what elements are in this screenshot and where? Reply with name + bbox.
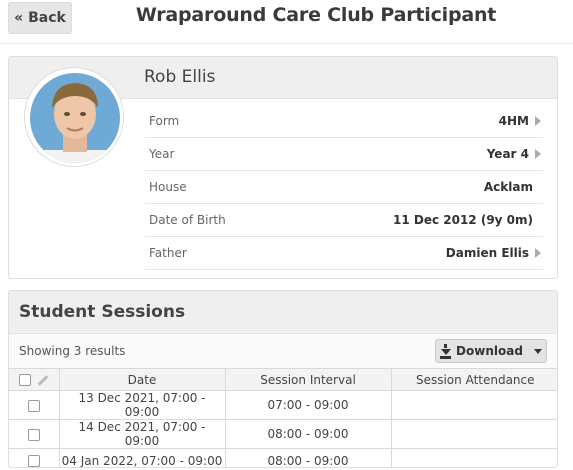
row-checkbox-cell (9, 390, 60, 420)
select-all-cell (9, 368, 60, 391)
attendance-cell[interactable] (390, 448, 557, 467)
column-header-attendance[interactable]: Session Attendance (390, 368, 557, 391)
table-row[interactable]: 13 Dec 2021, 07:00 - 09:00 07:00 - 09:00 (9, 390, 557, 420)
detail-value: Damien Ellis (445, 246, 529, 260)
father-link[interactable]: Damien Ellis (446, 246, 543, 260)
interval-cell: 07:00 - 09:00 (224, 390, 392, 420)
table-row[interactable]: 14 Dec 2021, 07:00 - 09:00 08:00 - 09:00 (9, 419, 557, 449)
chevron-down-icon (533, 348, 542, 354)
detail-row-father: Father Damien Ellis (145, 237, 543, 270)
table-row[interactable]: 04 Jan 2022, 07:00 - 09:00 08:00 - 09:00 (9, 448, 557, 467)
detail-value: Acklam (483, 180, 533, 194)
interval-cell: 08:00 - 09:00 (224, 419, 392, 449)
attendance-cell[interactable] (390, 390, 557, 420)
column-header-date[interactable]: Date (58, 368, 226, 391)
student-name: Rob Ellis (144, 67, 216, 87)
top-bar: « Back Wraparound Care Club Participant (0, 0, 573, 44)
page-title: Wraparound Care Club Participant (135, 4, 497, 26)
date-cell: 13 Dec 2021, 07:00 - 09:00 (58, 390, 226, 420)
table-header-row: Date Session Interval Session Attendance (9, 368, 557, 391)
date-cell: 04 Jan 2022, 07:00 - 09:00 (58, 448, 226, 467)
sessions-header: Student Sessions (9, 291, 557, 334)
interval-cell: 08:00 - 09:00 (224, 448, 392, 467)
edit-icon[interactable] (37, 374, 49, 386)
column-header-interval[interactable]: Session Interval (224, 368, 392, 391)
year-link[interactable]: Year 4 (487, 147, 543, 161)
detail-row-dob: Date of Birth 11 Dec 2012 (9y 0m) (145, 204, 543, 237)
profile-panel: Rob Ellis Form 4HM Year Year 4 House Ack… (8, 56, 558, 279)
download-label: Download (456, 344, 523, 358)
download-button[interactable]: Download (435, 339, 547, 363)
detail-row-house: House Acklam (145, 171, 543, 204)
caret-right-icon (535, 149, 541, 159)
detail-label: Form (149, 114, 180, 128)
profile-details: Form 4HM Year Year 4 House Acklam Date o… (145, 105, 543, 270)
detail-value: 4HM (498, 114, 529, 128)
detail-label: Date of Birth (149, 213, 226, 227)
detail-label: House (149, 180, 187, 194)
avatar (24, 67, 124, 167)
detail-label: Father (149, 246, 187, 260)
caret-right-icon (535, 116, 541, 126)
attendance-cell[interactable] (390, 419, 557, 449)
row-checkbox-cell (9, 448, 60, 467)
detail-row-year: Year Year 4 (145, 138, 543, 171)
download-icon (440, 343, 452, 359)
caret-right-icon (535, 248, 541, 258)
detail-label: Year (149, 147, 175, 161)
detail-row-form: Form 4HM (145, 105, 543, 138)
date-cell: 14 Dec 2021, 07:00 - 09:00 (58, 419, 226, 449)
form-link[interactable]: 4HM (499, 114, 543, 128)
results-bar: Showing 3 results Download (9, 334, 557, 368)
row-checkbox[interactable] (27, 399, 40, 412)
select-all-checkbox[interactable] (18, 374, 31, 386)
row-checkbox[interactable] (27, 428, 40, 441)
sessions-panel: Student Sessions Showing 3 results Downl… (8, 290, 558, 468)
sessions-table: Date Session Interval Session Attendance… (9, 368, 557, 467)
detail-value: Year 4 (486, 147, 529, 161)
results-count: Showing 3 results (19, 344, 126, 358)
student-photo (26, 69, 123, 166)
sessions-title: Student Sessions (19, 302, 186, 322)
back-button[interactable]: « Back (8, 2, 72, 34)
row-checkbox[interactable] (27, 455, 40, 467)
detail-value: 11 Dec 2012 (9y 0m) (392, 213, 533, 227)
row-checkbox-cell (9, 419, 60, 449)
